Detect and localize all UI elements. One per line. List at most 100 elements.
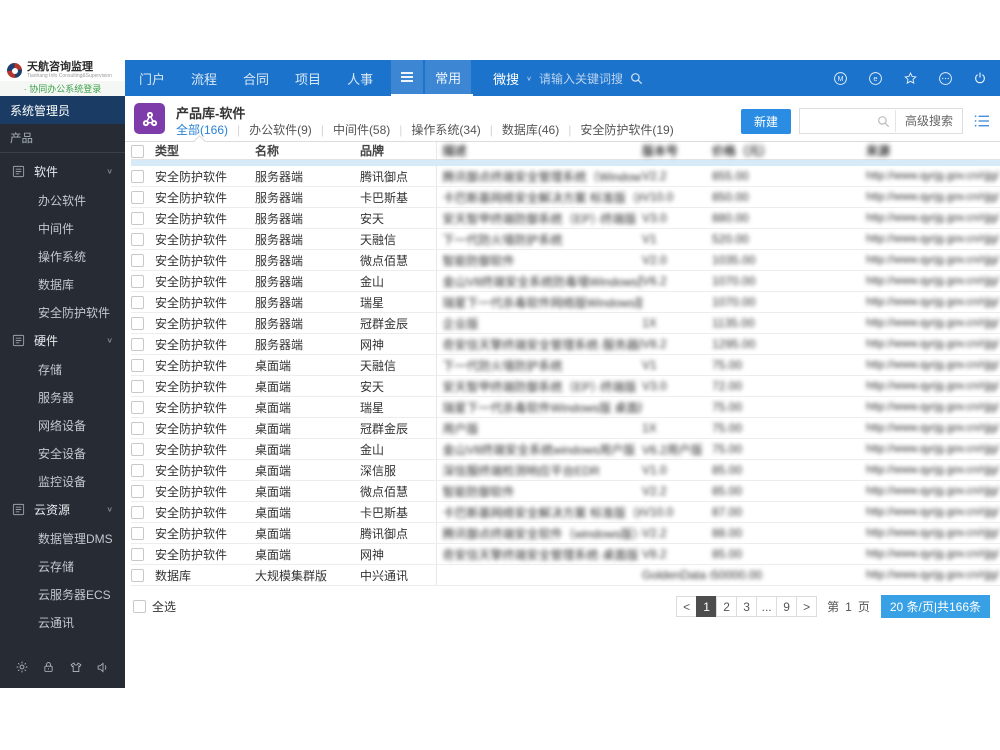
sidebar-item-0-0[interactable]: 办公软件 — [0, 186, 125, 214]
row-checkbox[interactable] — [131, 548, 144, 562]
cell-type: 安全防护软件 — [155, 186, 255, 208]
nav-item-2[interactable]: 流程 — [191, 69, 217, 88]
power-icon[interactable] — [973, 71, 987, 85]
row-checkbox[interactable] — [131, 527, 144, 541]
sidebar-item-1-1[interactable]: 服务器 — [0, 383, 125, 411]
row-checkbox[interactable] — [131, 296, 144, 310]
next-page-button[interactable]: > — [796, 596, 818, 617]
sidebar-item-1-4[interactable]: 监控设备 — [0, 467, 125, 495]
nav-item-1[interactable]: 门户 — [139, 69, 165, 88]
page-size-badge[interactable]: 20 条/页|共166条 — [880, 595, 990, 618]
tab-4[interactable]: 数据库(46) — [502, 121, 559, 138]
row-checkbox[interactable] — [131, 569, 144, 583]
row-checkbox[interactable] — [131, 380, 144, 394]
cell-description: 金山V8终端安全系统windows用户版 — [435, 438, 642, 460]
list-view-icon[interactable] — [974, 114, 990, 128]
row-checkbox[interactable] — [131, 170, 144, 184]
table-row: 安全防护软件服务器端腾讯御点腾讯御点终端安全管理系统（Windows版）V2.2… — [131, 166, 1000, 187]
sidebar-item-1-2[interactable]: 网络设备 — [0, 411, 125, 439]
sidebar-item-2-2[interactable]: 云服务器ECS — [0, 580, 125, 608]
product-table: 类型 名称 品牌 描述 版本号 价格（元） 来源 安全防护软件 服务器端 腾讯御点 腾讯御点终端安… — [131, 142, 1000, 586]
tab-0[interactable]: 全部(166) — [176, 121, 228, 138]
row-checkbox[interactable] — [131, 275, 144, 289]
settings-icon[interactable] — [15, 660, 29, 674]
row-checkbox[interactable] — [131, 485, 144, 499]
page-button-1[interactable]: 1 — [696, 596, 718, 617]
row-checkbox[interactable] — [131, 254, 144, 268]
advanced-search-button[interactable]: 高级搜索 — [894, 110, 962, 132]
row-checkbox[interactable] — [131, 317, 144, 331]
cell-type: 安全防护软件 — [155, 438, 255, 460]
nav-item-5[interactable]: 人事 — [347, 69, 373, 88]
apps-menu-button[interactable] — [391, 60, 424, 94]
sidebar-group-header[interactable]: 软件 ∨ — [0, 157, 125, 186]
table-row: 安全防护软件 服务器端 微点佰慧 智能防御软件 V2.0 1035.00 http://ww… — [131, 249, 1000, 271]
page-button-3[interactable]: 3 — [736, 596, 758, 617]
oa-login-link[interactable]: · 协同办公系统登录 — [0, 81, 125, 96]
row-checkbox[interactable] — [131, 422, 144, 436]
prev-page-button[interactable]: < — [676, 596, 698, 617]
e-badge-icon[interactable]: e — [868, 71, 883, 86]
table-row: 安全防护软件 服务器端 天融信 下一代防火墙防护系统 V1 520.00 http://ww… — [131, 228, 1000, 250]
search-icon[interactable] — [872, 115, 895, 128]
sidebar-item-0-4[interactable]: 安全防护软件 — [0, 298, 125, 326]
cell-type: 安全防护软件 — [155, 354, 255, 376]
tab-3[interactable]: 操作系统(34) — [411, 121, 480, 138]
row-checkbox[interactable] — [131, 359, 144, 373]
cell-version: V2.2 — [642, 522, 712, 544]
nav-item-4[interactable]: 项目 — [295, 69, 321, 88]
sidebar-item-2-3[interactable]: 云通讯 — [0, 608, 125, 636]
sidebar-item-2-1[interactable]: 云存储 — [0, 552, 125, 580]
cell-source: http://www.qyrjg.gov.cn/rjjg/ — [866, 480, 1000, 502]
new-button[interactable]: 新建 — [740, 108, 791, 134]
sidebar-group-header[interactable]: 硬件 ∨ — [0, 326, 125, 355]
cell-brand: 安天 — [360, 375, 436, 397]
sidebar-group-label: 硬件 — [34, 334, 59, 348]
global-search-input[interactable]: 请输入关键词搜 — [539, 70, 623, 87]
row-checkbox[interactable] — [131, 191, 144, 205]
more-icon[interactable] — [938, 71, 953, 86]
cell-name: 桌面端 — [255, 417, 360, 439]
sidebar-group-header[interactable]: 云资源 ∨ — [0, 495, 125, 524]
sound-icon[interactable] — [96, 661, 110, 674]
cell-type: 安全防护软件 — [155, 166, 255, 187]
row-checkbox[interactable] — [131, 401, 144, 415]
sidebar-item-0-3[interactable]: 数据库 — [0, 270, 125, 298]
tab-5[interactable]: 安全防护软件(19) — [580, 121, 673, 138]
search-engine-select[interactable]: 微搜 — [493, 69, 519, 88]
nav-item-pinned[interactable]: 常用 — [425, 60, 472, 94]
row-checkbox[interactable] — [131, 338, 144, 352]
cell-name: 桌面端 — [255, 438, 360, 460]
page-button-9[interactable]: 9 — [776, 596, 798, 617]
row-checkbox[interactable] — [131, 443, 144, 457]
sidebar-item-1-3[interactable]: 安全设备 — [0, 439, 125, 467]
sidebar-item-2-0[interactable]: 数据管理DMS — [0, 524, 125, 552]
select-all-checkbox[interactable] — [133, 600, 146, 613]
star-icon[interactable] — [903, 71, 918, 86]
select-all-label: 全选 — [152, 600, 177, 614]
row-checkbox[interactable] — [131, 233, 144, 247]
tab-2[interactable]: 中间件(58) — [333, 121, 390, 138]
cell-version: V3.0 — [642, 375, 712, 397]
tab-1[interactable]: 办公软件(9) — [249, 121, 312, 138]
nav-item-3[interactable]: 合同 — [243, 69, 269, 88]
main-content: 产品库-软件 全部(166) | 办公软件(9) | 中间件(58) | 操作系统(34) |… — [125, 96, 1000, 618]
m-badge-icon[interactable]: M — [833, 71, 848, 86]
cell-price: 855.00 — [712, 166, 866, 187]
toolbar: 新建 高级搜索 — [740, 108, 990, 134]
sidebar-item-0-1[interactable]: 中间件 — [0, 214, 125, 242]
sidebar-item-0-2[interactable]: 操作系统 — [0, 242, 125, 270]
page-button-2[interactable]: 2 — [716, 596, 738, 617]
row-checkbox[interactable] — [131, 464, 144, 478]
search-icon[interactable] — [630, 72, 643, 85]
theme-icon[interactable] — [69, 661, 83, 674]
table-search-input[interactable] — [799, 111, 872, 131]
lock-icon[interactable] — [42, 660, 55, 674]
header-checkbox[interactable] — [131, 144, 144, 158]
row-checkbox[interactable] — [131, 212, 144, 226]
svg-text:e: e — [873, 74, 877, 83]
row-checkbox[interactable] — [131, 506, 144, 520]
cell-price: 1070.00 — [712, 291, 866, 313]
cell-source: http://www.qyrjg.gov.cn/rjjg/ — [866, 354, 1000, 376]
sidebar-item-1-0[interactable]: 存储 — [0, 355, 125, 383]
